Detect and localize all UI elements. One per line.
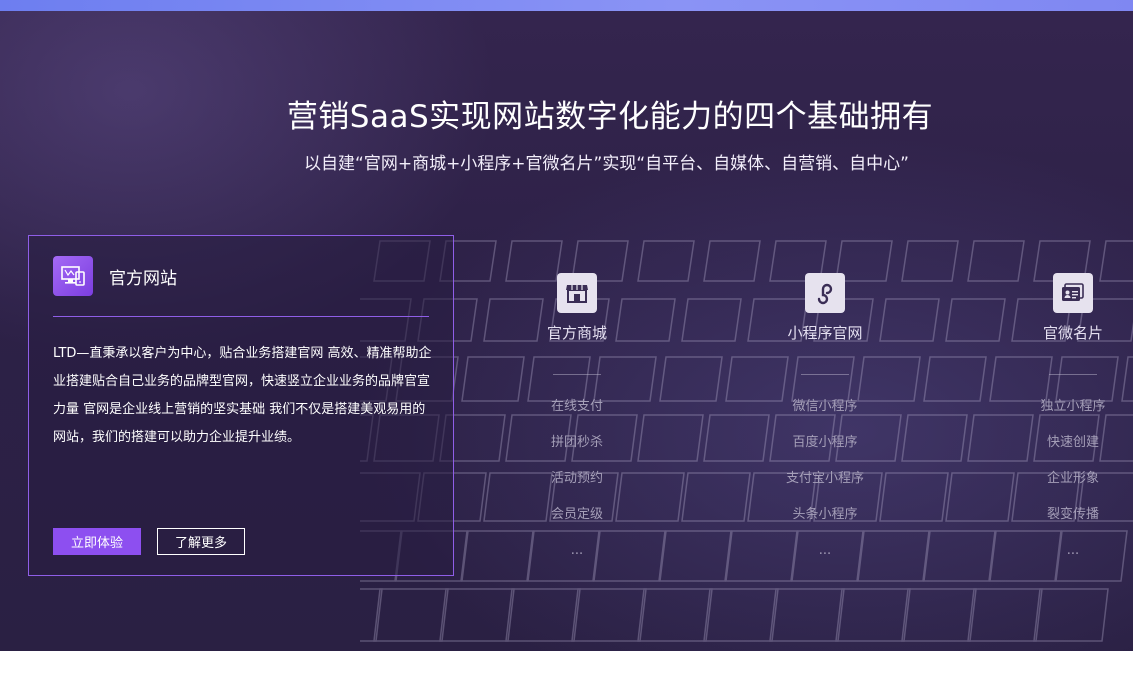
list-item: 会员定级: [550, 507, 603, 522]
feature-business-card[interactable]: 官微名片 独立小程序 快速创建 企业形象 裂变传播 ...: [993, 273, 1133, 569]
top-accent-bar: [0, 0, 1133, 11]
page-title: 营销SaaS实现网站数字化能力的四个基础拥有: [286, 99, 934, 135]
shop-icon: [557, 273, 597, 313]
website-icon: [53, 256, 93, 296]
list-item: 拼团秒杀: [550, 435, 603, 450]
list-item: 微信小程序: [792, 399, 858, 414]
list-item: ...: [1066, 543, 1080, 558]
feature-title: 小程序官网: [787, 324, 863, 342]
list-item: ...: [818, 543, 832, 558]
card-description: LTD—直秉承以客户为中心，贴合业务搭建官网 高效、精准帮助企业搭建贴合自己业务…: [53, 346, 432, 445]
list-item: 支付宝小程序: [785, 471, 864, 486]
list-item: 在线支付: [550, 399, 603, 414]
feature-shop[interactable]: 官方商城 在线支付 拼团秒杀 活动预约 会员定级 ...: [497, 273, 657, 569]
mini-program-icon: [805, 273, 845, 313]
learn-more-button[interactable]: 了解更多: [157, 528, 245, 555]
card-divider: [53, 316, 429, 317]
list-item: 百度小程序: [792, 435, 858, 450]
feature-list: 微信小程序 百度小程序 支付宝小程序 头条小程序 ...: [745, 389, 905, 569]
feature-title: 官方商城: [546, 324, 607, 342]
list-item: 独立小程序: [1040, 399, 1106, 414]
feature-divider: [801, 374, 849, 375]
feature-divider: [553, 374, 601, 375]
list-item: 快速创建: [1046, 435, 1099, 450]
feature-list: 独立小程序 快速创建 企业形象 裂变传播 ...: [993, 389, 1133, 569]
website-feature-card: 官方网站 LTD—直秉承以客户为中心，贴合业务搭建官网 高效、精准帮助企业搭建贴…: [28, 235, 454, 576]
list-item: 企业形象: [1046, 471, 1099, 486]
business-card-icon: [1053, 273, 1093, 313]
page-subtitle: 以自建“官网+商城+小程序+官微名片”实现“自平台、自媒体、自营销、自中心”: [304, 154, 909, 174]
card-title: 官方网站: [109, 269, 177, 289]
hero-section: 营销SaaS实现网站数字化能力的四个基础拥有 以自建“官网+商城+小程序+官微名…: [0, 11, 1133, 651]
feature-mini-program[interactable]: 小程序官网 微信小程序 百度小程序 支付宝小程序 头条小程序 ...: [745, 273, 905, 569]
page-bottom-area: [0, 651, 1133, 680]
list-item: 裂变传播: [1046, 507, 1099, 522]
feature-divider: [1049, 374, 1097, 375]
list-item: 头条小程序: [792, 507, 858, 522]
list-item: ...: [570, 543, 584, 558]
list-item: 活动预约: [550, 471, 603, 486]
try-now-button[interactable]: 立即体验: [53, 528, 141, 555]
feature-title: 官微名片: [1042, 324, 1103, 342]
feature-list: 在线支付 拼团秒杀 活动预约 会员定级 ...: [497, 389, 657, 569]
